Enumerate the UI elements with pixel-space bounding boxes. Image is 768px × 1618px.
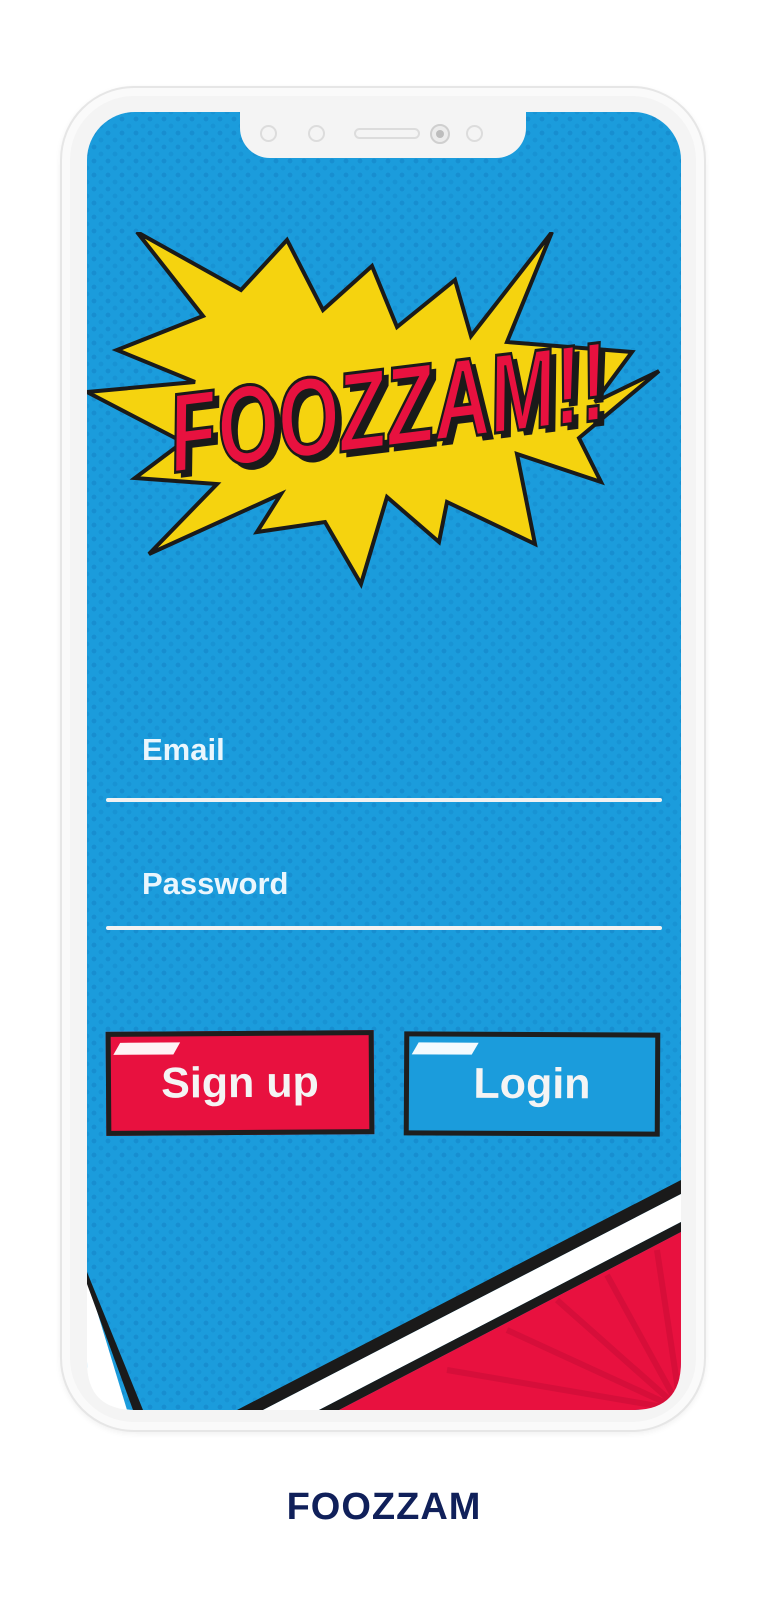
signup-button-label: Sign up — [161, 1057, 319, 1108]
camera-icon — [430, 124, 450, 144]
password-underline — [106, 926, 662, 930]
app-caption: FOOZZAM — [286, 1486, 482, 1528]
sensor-dot-icon — [260, 125, 277, 142]
speaker-icon — [354, 128, 420, 139]
sensor-dot-icon — [308, 125, 325, 142]
login-button[interactable]: Login — [403, 1031, 661, 1137]
signup-button[interactable]: Sign up — [105, 1030, 375, 1136]
email-placeholder: Email — [142, 732, 225, 767]
password-field[interactable]: Password — [106, 860, 662, 930]
app-logo: FOOZZAM!! FOOZZAM!! — [87, 232, 661, 590]
button-shine — [411, 1042, 479, 1055]
phone-notch — [240, 112, 526, 158]
password-placeholder: Password — [142, 866, 289, 901]
email-underline — [106, 798, 662, 802]
button-shine — [113, 1042, 181, 1055]
comic-panel-decoration — [87, 1180, 681, 1410]
sensor-dot-icon — [466, 125, 483, 142]
login-button-label: Login — [473, 1059, 591, 1108]
page: FOOZZAM!! FOOZZAM!! Email Password Sign … — [0, 0, 768, 1618]
email-field[interactable]: Email — [106, 732, 662, 802]
